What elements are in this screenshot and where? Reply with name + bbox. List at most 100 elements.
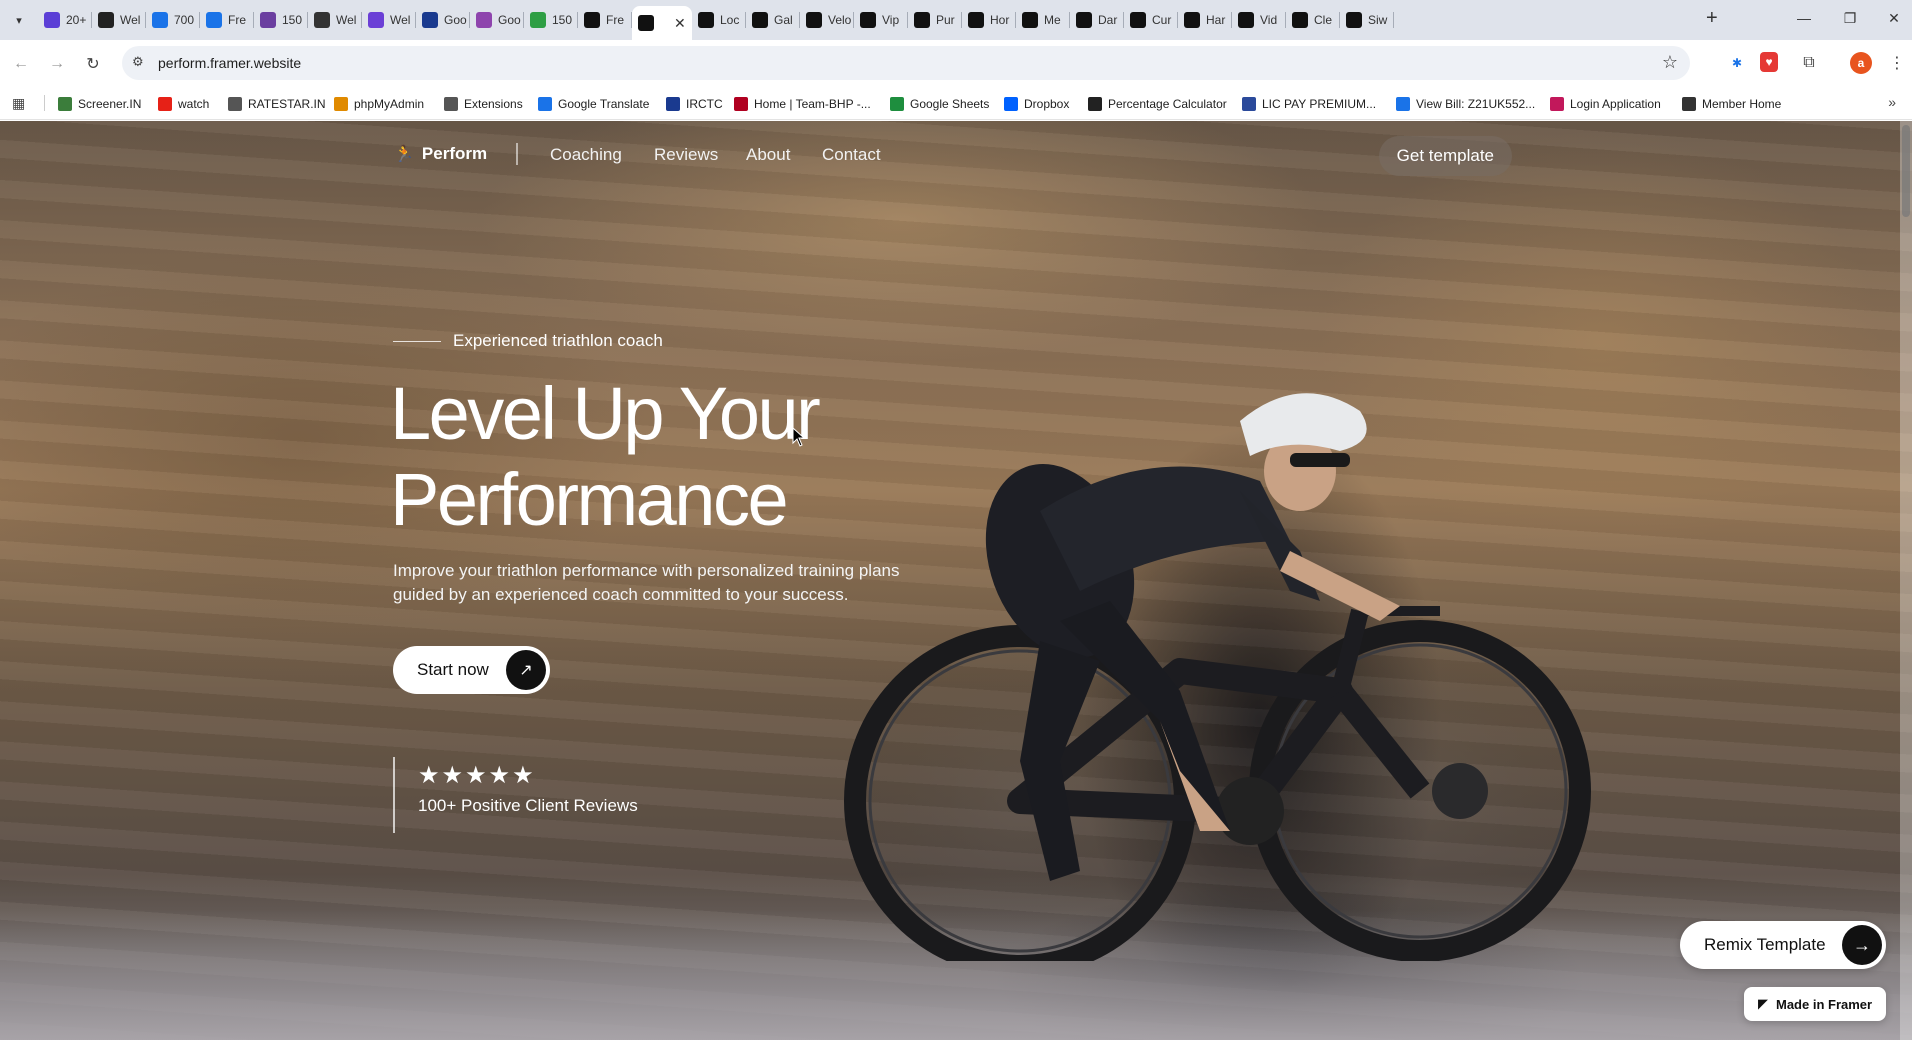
bookmark-label: RATESTAR.IN: [248, 97, 326, 111]
restore-icon[interactable]: ❐: [1836, 6, 1864, 30]
apps-grid-icon[interactable]: ▦: [12, 95, 25, 112]
browser-tab[interactable]: Wel: [308, 6, 362, 34]
bookmark-label: IRCTC: [686, 97, 723, 111]
remix-template-button[interactable]: Remix Template →: [1680, 921, 1886, 969]
bookmark-item[interactable]: watch: [158, 95, 209, 113]
browser-tab[interactable]: Pur: [908, 6, 962, 34]
tab-strip: ▾ 20+ Wel 700 Fre 150 Wel Wel Goo Goo 150 Fre ✕ Loc G…: [0, 0, 1912, 40]
browser-tab[interactable]: Vip: [854, 6, 908, 34]
forward-arrow-icon[interactable]: →: [44, 51, 70, 77]
browser-tab[interactable]: Har: [1178, 6, 1232, 34]
nav-divider: [516, 143, 518, 165]
bookmark-item[interactable]: View Bill: Z21UK552...: [1396, 95, 1535, 113]
wix-icon: [98, 12, 114, 28]
browser-tab[interactable]: Velo: [800, 6, 854, 34]
browser-tab[interactable]: Vid: [1232, 6, 1286, 34]
framer-icon: [1076, 12, 1092, 28]
bookmark-item[interactable]: RATESTAR.IN: [228, 95, 326, 113]
bookmark-item[interactable]: Screener.IN: [58, 95, 141, 113]
browser-menu-icon[interactable]: ⋮: [1886, 52, 1908, 74]
tab-title: Cle: [1314, 13, 1333, 27]
remix-template-label: Remix Template: [1704, 935, 1826, 954]
browser-tab[interactable]: Goo: [416, 6, 470, 34]
extension-globe-icon[interactable]: ✱: [1726, 52, 1748, 74]
bookmark-favicon-icon: [734, 97, 748, 111]
bookmark-favicon-icon: [1682, 97, 1696, 111]
site-navbar: 🏃 Perform Coaching Reviews About Contact…: [394, 136, 1512, 182]
arrow-up-right-icon: ↗: [506, 650, 546, 690]
eyebrow-text: Experienced triathlon coach: [453, 331, 663, 350]
reload-icon[interactable]: ↻: [80, 51, 106, 77]
bookmark-item[interactable]: Google Translate: [538, 95, 649, 113]
close-tab-icon[interactable]: ✕: [674, 15, 686, 32]
bookmark-item[interactable]: Home | Team-BHP -...: [734, 95, 871, 113]
made-in-framer-badge[interactable]: ◤ Made in Framer: [1744, 987, 1886, 1021]
scrollbar-thumb[interactable]: [1902, 125, 1910, 217]
hero-subtext: Improve your triathlon performance with …: [393, 561, 900, 604]
browser-tab[interactable]: 150: [254, 6, 308, 34]
browser-tab[interactable]: ✕: [632, 6, 692, 40]
browser-tab[interactable]: Fre: [578, 6, 632, 34]
browser-tab[interactable]: Fre: [200, 6, 254, 34]
minimize-icon[interactable]: —: [1790, 6, 1818, 30]
browser-tab[interactable]: Loc: [692, 6, 746, 34]
get-template-button[interactable]: Get template: [1378, 136, 1512, 176]
profile-avatar[interactable]: a: [1850, 52, 1872, 74]
browser-tab[interactable]: Goo: [470, 6, 524, 34]
browser-tab[interactable]: Me: [1016, 6, 1070, 34]
drop-icon: [530, 12, 546, 28]
tab-search-chevron-icon[interactable]: ▾: [8, 9, 30, 31]
extensions-puzzle-icon[interactable]: ⧉: [1798, 52, 1820, 74]
page-scrollbar[interactable]: [1900, 121, 1912, 1040]
bookmark-item[interactable]: phpMyAdmin: [334, 95, 424, 113]
bookmark-star-icon[interactable]: ☆: [1662, 52, 1678, 73]
bookmark-favicon-icon: [666, 97, 680, 111]
nav-link-contact[interactable]: Contact: [822, 145, 881, 165]
runner-icon: [638, 15, 654, 31]
framer-icon: [1130, 12, 1146, 28]
bookmark-item[interactable]: Percentage Calculator: [1088, 95, 1227, 113]
url-text[interactable]: perform.framer.website: [158, 55, 301, 71]
bookmark-item[interactable]: IRCTC: [666, 95, 723, 113]
address-bar[interactable]: ⚙ perform.framer.website ☆: [122, 46, 1690, 80]
bookmark-favicon-icon: [1242, 97, 1256, 111]
browser-tab[interactable]: 700: [146, 6, 200, 34]
nav-link-about[interactable]: About: [746, 145, 790, 165]
tab-title: Velo: [828, 13, 852, 27]
browser-tab[interactable]: Cur: [1124, 6, 1178, 34]
bookmark-item[interactable]: Login Application: [1550, 95, 1661, 113]
bookmark-item[interactable]: LIC PAY PREMIUM...: [1242, 95, 1376, 113]
bookmark-favicon-icon: [538, 97, 552, 111]
bookmark-favicon-icon: [1396, 97, 1410, 111]
tab-separator: [1393, 12, 1394, 28]
tab-title: 700: [174, 13, 195, 27]
shield-extension-icon[interactable]: ♥: [1760, 52, 1778, 72]
site-info-icon[interactable]: ⚙: [132, 54, 144, 70]
browser-tab[interactable]: Wel: [92, 6, 146, 34]
browser-tab[interactable]: Gal: [746, 6, 800, 34]
tab-title: Dar: [1098, 13, 1118, 27]
hero-eyebrow: Experienced triathlon coach: [393, 331, 663, 351]
back-arrow-icon[interactable]: ←: [8, 51, 34, 77]
bookmark-item[interactable]: Google Sheets: [890, 95, 989, 113]
site-logo[interactable]: 🏃 Perform: [394, 144, 487, 164]
bookmark-item[interactable]: Dropbox: [1004, 95, 1069, 113]
more-bookmarks-icon[interactable]: »: [1888, 94, 1896, 110]
browser-tab[interactable]: 150: [524, 6, 578, 34]
bookmark-item[interactable]: Member Home: [1682, 95, 1781, 113]
close-window-icon[interactable]: ✕: [1880, 6, 1908, 30]
browser-tab[interactable]: Siw: [1340, 6, 1394, 34]
swirl-icon: [314, 12, 330, 28]
browser-tab[interactable]: Dar: [1070, 6, 1124, 34]
nav-link-coaching[interactable]: Coaching: [550, 145, 622, 165]
headline-line-1: Level Up Your: [390, 372, 821, 455]
browser-tab[interactable]: Wel: [362, 6, 416, 34]
bookmark-item[interactable]: Extensions: [444, 95, 523, 113]
browser-tab[interactable]: 20+: [38, 6, 92, 34]
start-now-button[interactable]: Start now ↗: [393, 646, 550, 694]
new-tab-plus-icon[interactable]: +: [1706, 7, 1718, 30]
nav-link-reviews[interactable]: Reviews: [654, 145, 718, 165]
browser-tab[interactable]: Cle: [1286, 6, 1340, 34]
browser-tab[interactable]: Hor: [962, 6, 1016, 34]
tab-title: Har: [1206, 13, 1226, 27]
